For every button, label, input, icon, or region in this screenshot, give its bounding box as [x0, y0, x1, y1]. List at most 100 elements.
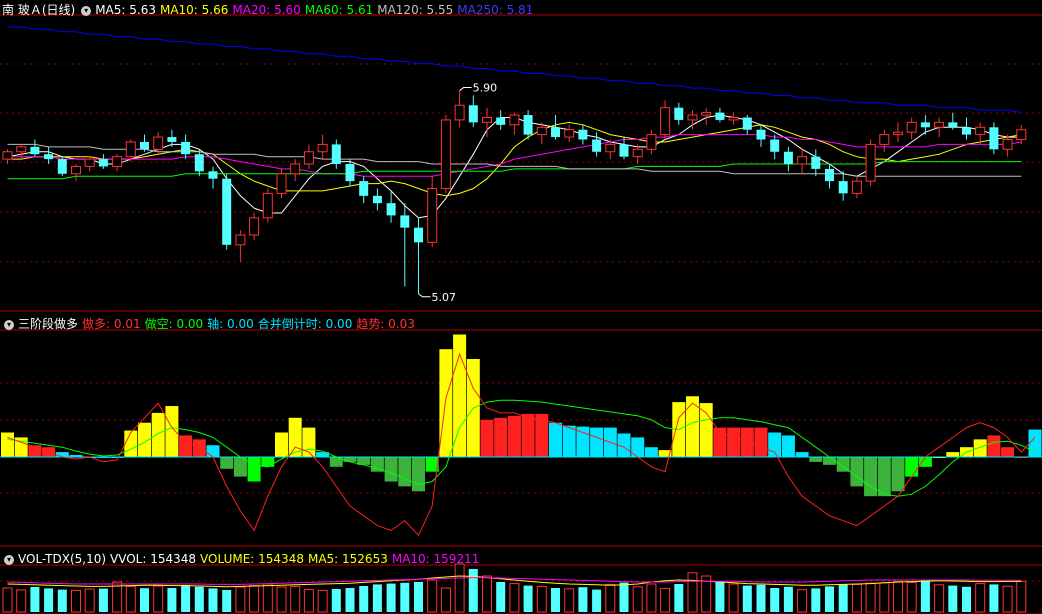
chevron-down-icon[interactable]: ▾ — [4, 554, 14, 565]
ma250-label: MA250: 5.81 — [457, 3, 534, 17]
volume-bar — [797, 589, 808, 613]
volume-bar — [838, 584, 848, 612]
candle-body — [194, 154, 204, 172]
volume-bar — [331, 589, 341, 612]
candle-body — [468, 105, 478, 123]
candle-body — [646, 134, 657, 150]
volume-bar — [551, 588, 560, 612]
chevron-down-icon[interactable]: ▾ — [81, 5, 92, 16]
volume-bar — [605, 583, 616, 613]
volume-bar — [57, 589, 67, 612]
indicator-name: 三阶段做多 — [18, 317, 79, 331]
vol-ma10-label: MA10: 159211 — [391, 552, 480, 566]
candle-body — [879, 134, 890, 145]
indicator-header: ▾ 三阶段做多 做多: 0.01 做空: 0.00 轴: 0.00 合并倒计时: 0.00… — [2, 316, 419, 332]
chevron-down-icon[interactable]: ▾ — [4, 319, 14, 330]
candle-body — [756, 129, 766, 140]
candle-body — [715, 112, 725, 120]
volume-bar — [468, 569, 478, 612]
volume-bar — [222, 590, 232, 612]
indicator-bar — [384, 457, 398, 482]
high-annotation-label: 5.90 — [473, 82, 498, 95]
volume-bar — [140, 588, 149, 612]
volume-bar — [359, 586, 369, 612]
volume-bar — [811, 588, 821, 612]
candle-body — [317, 143, 328, 153]
volume-bar — [98, 588, 108, 612]
trend-label: 趋势: 0.03 — [356, 317, 415, 331]
ma20-label: MA20: 5.60 — [232, 3, 301, 17]
candle-body — [427, 187, 438, 243]
volume-bar — [825, 586, 834, 612]
candle-body — [71, 165, 81, 175]
indicator-bar — [946, 452, 960, 457]
indicator-bar — [165, 406, 179, 457]
short-label: 做空: 0.00 — [144, 317, 204, 331]
indicator-bar — [781, 435, 795, 457]
candle-body — [98, 159, 108, 167]
chart-canvas: 5.90 5.07 — [0, 14, 1042, 614]
countdown-label: 合并倒计时: 0.00 — [257, 317, 353, 331]
candle-body — [345, 164, 355, 182]
volume-bar — [317, 589, 328, 613]
candle-body — [440, 119, 451, 189]
volume-bar — [728, 583, 739, 613]
candle-body — [523, 115, 533, 135]
candle-body — [1016, 129, 1027, 141]
volume-bar — [783, 586, 793, 612]
volume-bar — [646, 583, 657, 613]
indicator-bar — [823, 457, 836, 465]
volume-bar — [482, 575, 492, 613]
volume-bar — [84, 588, 95, 613]
indicator-bar — [1, 432, 14, 457]
low-annotation-pointer — [418, 293, 431, 298]
candle-body — [153, 136, 164, 150]
indicator-bar — [480, 419, 494, 457]
candle-body — [16, 146, 27, 153]
candle-body — [674, 107, 684, 120]
volume-bar — [181, 585, 191, 612]
candle-body — [851, 180, 862, 194]
volume-label: VOLUME: 154348 — [200, 552, 304, 566]
candle-body — [962, 127, 971, 135]
volume-bar — [167, 588, 177, 612]
candle-body — [44, 154, 54, 160]
candle-body — [564, 129, 575, 138]
volume-header: ▾ VOL-TDX(5,10) VVOL: 154348 VOLUME: 154348… — [2, 551, 483, 567]
volume-bar — [770, 588, 780, 612]
volume-bar — [564, 588, 575, 613]
low-annotation-label: 5.07 — [432, 291, 457, 304]
indicator-bar — [370, 457, 384, 472]
volume-bar — [262, 583, 273, 613]
volume-bar — [619, 582, 629, 612]
indicator-bar — [247, 457, 261, 482]
indicator-bar — [809, 457, 823, 462]
candle-body — [386, 203, 396, 216]
volume-bar — [235, 586, 246, 613]
indicator-bar — [55, 452, 69, 457]
indicator-bar — [891, 457, 905, 492]
candle-body — [414, 227, 423, 243]
volume-bar — [30, 587, 40, 612]
candle-body — [57, 159, 67, 174]
volume-bar — [454, 563, 465, 613]
indicator-bar — [686, 396, 699, 457]
indicator-bar — [644, 447, 658, 457]
indicator-bar — [754, 427, 768, 457]
indicator-bar — [905, 457, 919, 477]
volume-bar — [414, 582, 423, 612]
indicator-bar — [918, 457, 932, 467]
indicator-bar — [850, 457, 864, 487]
candle-body — [728, 116, 739, 121]
volume-bar — [496, 582, 506, 612]
volume-bar — [427, 579, 438, 613]
volume-bar — [400, 582, 410, 612]
indicator-bar — [261, 457, 275, 467]
volume-bar — [153, 585, 164, 613]
candle-body — [2, 151, 13, 160]
volume-bar — [386, 583, 396, 612]
candle-body — [632, 148, 643, 158]
indicator-bar — [1001, 447, 1015, 457]
candle-body — [84, 158, 95, 167]
indicator-bar — [439, 349, 453, 457]
